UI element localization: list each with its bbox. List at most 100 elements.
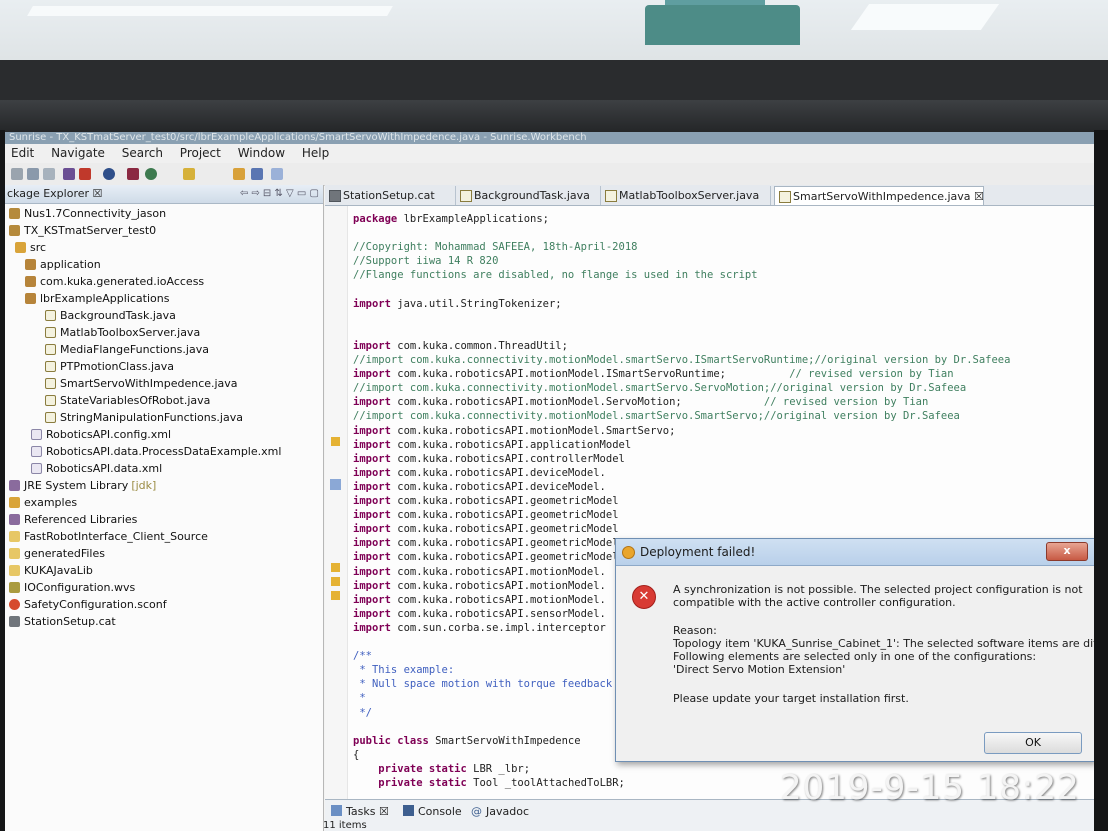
warning-icon [622,546,635,559]
tree-item-label: lbrExampleApplications [40,292,170,305]
tree-item-label: SmartServoWithImpedence.java [60,377,238,390]
forward-icon[interactable] [251,168,263,180]
warning-icon[interactable] [331,437,340,446]
tab-smartservowithimpedence[interactable]: SmartServoWithImpedence.java ☒ [774,186,984,205]
at-icon: @ [471,805,482,818]
dialog-message: compatible with the active controller co… [673,596,956,609]
menu-search[interactable]: Search [122,146,163,160]
tree-item[interactable]: generatedFiles [9,545,105,562]
tree-item[interactable]: Referenced Libraries [9,511,137,528]
safety-icon [9,599,20,610]
folder-icon [9,548,20,559]
code-line: import com.kuka.roboticsAPI.controllerMo… [353,452,625,465]
tab-tasks[interactable]: Tasks ☒ [331,804,389,820]
tree-item[interactable]: MatlabToolboxServer.java [45,324,200,341]
tree-item[interactable]: PTPmotionClass.java [45,358,174,375]
ok-button[interactable]: OK [984,732,1082,754]
run-icon[interactable] [145,168,157,180]
tree-item[interactable]: RoboticsAPI.data.xml [31,460,162,477]
tree-item[interactable]: com.kuka.generated.ioAccess [25,273,204,290]
package-icon [25,293,36,304]
tree-item[interactable]: StateVariablesOfRobot.java [45,392,210,409]
tree-item[interactable]: TX_KSTmatServer_test0 [9,222,156,239]
tab-console[interactable]: Console [403,804,462,820]
menu-navigate[interactable]: Navigate [51,146,105,160]
tab-javadoc[interactable]: @ Javadoc [471,804,529,820]
tree-item-label: StringManipulationFunctions.java [60,411,243,424]
deploy-icon[interactable] [63,168,75,180]
photo-timestamp: 2019-9-15 18:22 [780,768,1080,808]
code-line: * This example: [353,664,455,677]
tree-item[interactable]: MediaFlangeFunctions.java [45,341,209,358]
java-file-icon [45,344,56,355]
back-icon[interactable] [233,168,245,180]
tree-item-label: SafetyConfiguration.sconf [24,598,167,611]
tree-item[interactable]: SafetyConfiguration.sconf [9,596,167,613]
dialog-title-bar[interactable]: Deployment failed! x [616,539,1094,566]
monitor-edge [1094,130,1108,831]
tree-item[interactable]: FastRobotInterface_Client_Source [9,528,208,545]
tree-item[interactable]: KUKAJavaLib [9,562,93,579]
warning-icon[interactable] [331,577,340,586]
tab-label: BackgroundTask.java [474,189,590,202]
tree-item[interactable]: BackgroundTask.java [45,307,176,324]
tree-item-label: examples [24,496,78,509]
code-line: import com.kuka.common.ThreadUtil; [353,339,568,352]
room-background [0,0,1108,132]
view-toolbar-icons[interactable]: ⇦ ⇨ ⊟ ⇅ ▽ ▭ ▢ [240,185,319,203]
tab-matlabtoolboxserver[interactable]: MatlabToolboxServer.java [601,186,771,205]
java-file-icon [460,190,472,202]
library-icon [9,514,20,525]
tree-item-label: StationSetup.cat [24,615,116,628]
sync-icon[interactable] [79,168,91,180]
code-line: { [353,748,360,761]
code-line: import com.kuka.roboticsAPI.geometricMod… [353,509,619,522]
tree-item[interactable]: StationSetup.cat [9,613,116,630]
tree-item[interactable]: Nus1.7Connectivity_jason [9,205,166,222]
code-line: public class SmartServoWithImpedence [353,734,581,747]
tree-item-label: Nus1.7Connectivity_jason [24,207,167,220]
menu-help[interactable]: Help [302,146,329,160]
monitor-bezel [0,100,1108,132]
tree-item[interactable]: RoboticsAPI.config.xml [31,426,171,443]
menu-window[interactable]: Window [238,146,285,160]
tree-item[interactable]: IOConfiguration.wvs [9,579,135,596]
tree-item[interactable]: SmartServoWithImpedence.java [45,375,238,392]
tree-item[interactable]: examples [9,494,77,511]
console-icon [403,805,414,816]
warning-icon[interactable] [331,563,340,572]
tab-backgroundtask[interactable]: BackgroundTask.java [456,186,601,205]
error-icon: ✕ [632,585,656,609]
tree-item[interactable]: lbrExampleApplications [25,290,169,307]
code-line: import com.kuka.roboticsAPI.geometricMod… [353,495,619,507]
new-icon[interactable] [11,168,23,180]
source-folder-icon [9,497,20,508]
tab-label: Console [418,805,462,818]
dialog-message: A synchronization is not possible. The s… [673,583,1083,596]
menu-project[interactable]: Project [180,146,221,160]
menu-edit[interactable]: Edit [11,146,34,160]
tree-item-label: IOConfiguration.wvs [24,581,136,594]
package-icon [25,276,36,287]
pencil-icon[interactable] [183,168,195,180]
refresh-icon[interactable] [103,168,115,180]
code-line: import com.kuka.roboticsAPI.motionModel.… [353,368,954,381]
tree-item[interactable]: application [25,256,101,273]
warning-icon[interactable] [331,591,340,600]
tree-item[interactable]: RoboticsAPI.data.ProcessDataExample.xml [31,443,281,460]
next-icon[interactable] [271,168,283,180]
save-all-icon[interactable] [43,168,55,180]
tree-item[interactable]: src [15,239,46,256]
tree-item[interactable]: StringManipulationFunctions.java [45,409,243,426]
override-marker-icon[interactable] [330,479,341,490]
tab-label: Tasks ☒ [346,805,389,818]
tree-item[interactable]: JRE System Library [jdk] [9,477,156,494]
code-line: import com.kuka.roboticsAPI.deviceModel. [353,466,606,479]
table-icon[interactable] [127,168,139,180]
save-icon[interactable] [27,168,39,180]
close-button[interactable]: x [1046,542,1088,561]
package-explorer-header[interactable]: ckage Explorer ☒ ⇦ ⇨ ⊟ ⇅ ▽ ▭ ▢ [5,185,323,204]
tab-stationsetup[interactable]: StationSetup.cat [325,186,456,205]
code-line: import com.kuka.roboticsAPI.deviceModel. [353,480,606,493]
project-icon [9,225,20,236]
